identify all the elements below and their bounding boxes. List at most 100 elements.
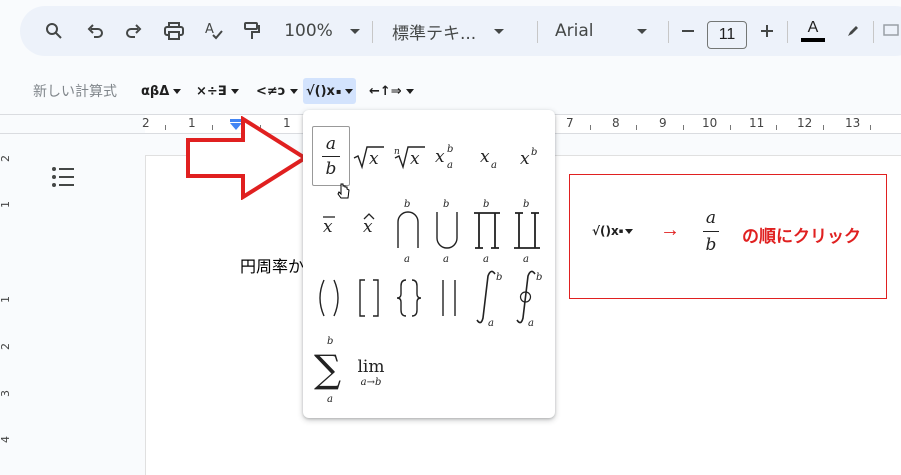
- operators-menu[interactable]: ×÷∃: [196, 78, 239, 104]
- svg-text:A: A: [205, 22, 214, 37]
- summation-button[interactable]: b ∑ a: [311, 332, 351, 404]
- ruler-number: 11: [749, 116, 765, 130]
- limit-label: lim: [357, 356, 385, 377]
- svg-text:b: b: [531, 147, 537, 158]
- ruler-number: 2: [0, 155, 12, 162]
- ruler-tick: [636, 125, 637, 130]
- svg-text:b: b: [447, 144, 453, 155]
- contour-integral-button[interactable]: ba: [509, 266, 549, 328]
- divider: [668, 21, 669, 43]
- relations-label: <≠ͻ: [256, 83, 286, 99]
- parentheses-button[interactable]: [313, 276, 345, 320]
- hat-button[interactable]: x: [355, 210, 383, 240]
- print-icon[interactable]: [162, 6, 186, 56]
- ruler-tick: [590, 125, 591, 130]
- chevron-down-icon: [289, 88, 298, 94]
- operators-label: ×÷∃: [196, 83, 227, 99]
- document-text: 円周率か: [240, 257, 305, 276]
- fraction-button[interactable]: a b: [312, 126, 350, 186]
- square-root-button[interactable]: x: [352, 144, 386, 170]
- instruction-menu-label: √()x ▪: [592, 224, 634, 238]
- vertical-ruler[interactable]: 2 1 1 2 3 4: [0, 135, 16, 464]
- divider: [787, 21, 788, 43]
- instruction-fraction: a b: [703, 208, 719, 255]
- chevron-down-icon: [230, 88, 239, 94]
- comment-icon[interactable]: [882, 6, 900, 56]
- ruler-tick: [870, 125, 871, 130]
- absolute-value-button[interactable]: [433, 276, 465, 320]
- ruler-tick: [730, 125, 731, 130]
- sub-superscript-button[interactable]: xba: [433, 140, 463, 174]
- svg-text:x: x: [480, 147, 490, 167]
- big-product-button[interactable]: ba: [471, 196, 503, 264]
- svg-text:a: a: [404, 254, 410, 264]
- document-outline-icon[interactable]: [51, 166, 75, 193]
- svg-text:∑: ∑: [314, 347, 341, 391]
- font-select[interactable]: Arial: [555, 6, 655, 56]
- subscript-button[interactable]: xa: [476, 146, 504, 174]
- ruler-number: 2: [142, 116, 150, 130]
- chevron-down-icon: [405, 88, 414, 94]
- main-toolbar: A 100% 標準テキ... Arial 11 A: [20, 6, 901, 56]
- redo-icon[interactable]: [121, 6, 145, 56]
- new-equation-button[interactable]: 新しい計算式: [33, 78, 117, 104]
- undo-icon[interactable]: [84, 6, 108, 56]
- style-select[interactable]: 標準テキ...: [392, 6, 520, 56]
- ruler-number: 9: [659, 116, 667, 130]
- relations-menu[interactable]: <≠ͻ: [256, 78, 298, 104]
- font-size-input[interactable]: 11: [707, 21, 747, 49]
- ruler-number: 3: [0, 390, 12, 397]
- integral-button[interactable]: ba: [469, 266, 509, 328]
- math-operations-label: √()x: [306, 83, 335, 99]
- math-operations-dropdown: a b x nx xba xa xb x x ba ba ba ba b a b…: [303, 110, 555, 418]
- ruler-number: 4: [0, 436, 12, 443]
- svg-text:b: b: [536, 272, 542, 283]
- text-color-swatch: [801, 38, 825, 42]
- fraction-numerator: a: [325, 133, 337, 154]
- mouse-pointer-icon: [337, 183, 350, 199]
- svg-text:x: x: [410, 149, 420, 169]
- limit-subscript: a→b: [360, 376, 382, 388]
- greek-letters-menu[interactable]: αβΔ: [141, 78, 182, 104]
- svg-text:b: b: [443, 199, 449, 210]
- brackets-button[interactable]: [353, 276, 385, 320]
- spellcheck-icon[interactable]: A: [202, 6, 226, 56]
- superscript-button[interactable]: xb: [516, 144, 544, 172]
- svg-text:b: b: [404, 199, 410, 210]
- svg-text:a: a: [523, 254, 529, 264]
- math-operations-menu[interactable]: √()x ▪: [303, 78, 357, 104]
- text-color-letter: A: [807, 19, 819, 36]
- instruction-arrow: →: [660, 219, 680, 241]
- zoom-select[interactable]: 100%: [282, 6, 362, 56]
- increase-font-size-button[interactable]: [755, 6, 779, 56]
- arrows-menu[interactable]: ←↑⇒: [369, 78, 414, 104]
- ruler-number: 8: [612, 116, 620, 130]
- big-union-button[interactable]: ba: [432, 196, 462, 264]
- chevron-down-icon: [345, 88, 354, 94]
- ruler-number: 7: [566, 116, 574, 130]
- braces-button[interactable]: [393, 276, 425, 320]
- text-color-button[interactable]: A: [799, 6, 827, 56]
- limit-button[interactable]: lim a→b: [351, 350, 391, 394]
- big-coproduct-button[interactable]: ba: [511, 196, 543, 264]
- fraction-denominator: b: [325, 158, 337, 179]
- nth-root-button[interactable]: nx: [392, 142, 426, 170]
- svg-text:x: x: [520, 149, 530, 169]
- divider: [372, 21, 373, 43]
- highlight-pen-icon[interactable]: [841, 6, 865, 56]
- decrease-font-size-button[interactable]: [676, 6, 700, 56]
- divider: [873, 21, 874, 43]
- svg-text:a: a: [447, 160, 453, 171]
- instruction-frac-den: b: [705, 235, 717, 255]
- svg-text:b: b: [496, 272, 502, 283]
- divider: [537, 21, 538, 43]
- svg-text:x: x: [363, 217, 373, 237]
- svg-text:a: a: [488, 318, 494, 328]
- search-icon[interactable]: [42, 6, 66, 56]
- instruction-hint: の順にクリック: [742, 227, 861, 247]
- svg-text:a: a: [483, 254, 489, 264]
- paint-format-icon[interactable]: [240, 6, 264, 56]
- overline-button[interactable]: x: [315, 210, 343, 240]
- big-intersection-button[interactable]: ba: [393, 196, 423, 264]
- chevron-down-icon: [349, 28, 360, 34]
